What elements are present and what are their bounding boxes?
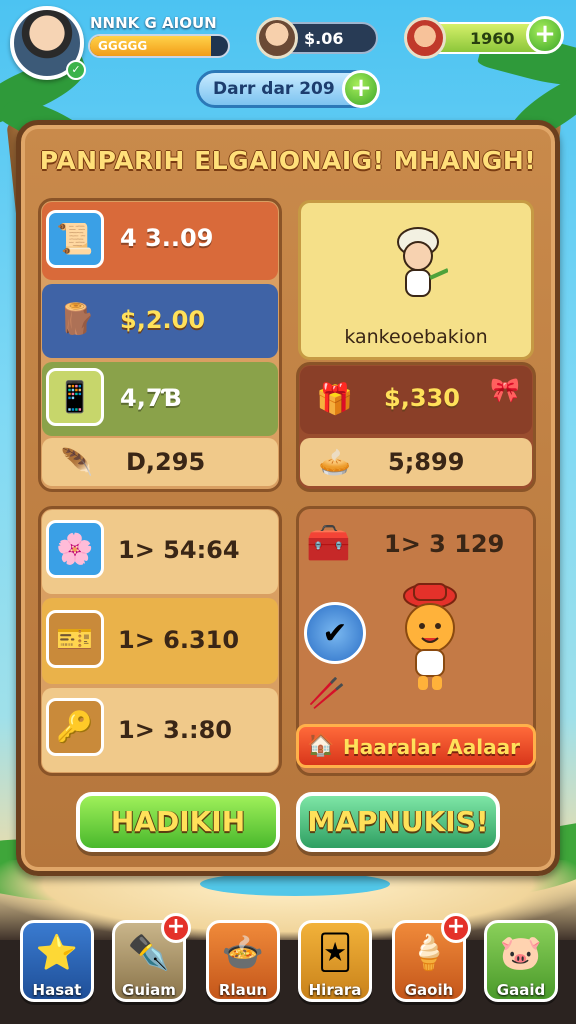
- nav-item-label: Guiam: [122, 981, 176, 999]
- chest-icon: 🧰: [306, 523, 351, 564]
- key-icon: 🔑: [46, 698, 104, 756]
- npc-face-icon: [404, 17, 446, 59]
- item-value: $,330: [384, 384, 460, 412]
- orange-action-button[interactable]: 🏠 Haaralar Aalaar: [296, 724, 536, 768]
- list-item[interactable]: 🎁 $,330 🎀: [300, 366, 532, 434]
- log-icon: 🪵: [58, 301, 96, 337]
- list-item[interactable]: 🌸 1> 54:64: [42, 510, 278, 594]
- resource-2-value: 1960: [470, 29, 515, 48]
- nav-item-rlaun[interactable]: 🍲 Rlaun: [206, 920, 280, 1002]
- gift-box-icon: 🎁: [316, 381, 354, 417]
- date-label: Darr dar 209: [213, 79, 335, 99]
- nav-item-label: Gaaid: [496, 981, 546, 999]
- nav-item-label: Hasat: [32, 981, 82, 999]
- item-value: 5;899: [388, 448, 465, 476]
- player-name: NNNK G AIOUN: [90, 14, 217, 32]
- xp-text: GGGGG: [98, 39, 148, 53]
- nav-item-hasat[interactable]: ⭐ Hasat: [20, 920, 94, 1002]
- scroll-icon: 📜: [46, 210, 104, 268]
- nav-item-label: Rlaun: [218, 981, 268, 999]
- nav-item-label: Gaoih: [404, 981, 454, 999]
- xp-bar: GGGGG: [88, 34, 230, 58]
- list-item[interactable]: 🥧 5;899: [300, 438, 532, 486]
- list-item[interactable]: 🔑 1> 3.:80: [42, 688, 278, 772]
- board-title: PANPARIH ELGAIONAIG! MHANGH!: [39, 146, 537, 175]
- item-value: 1> 3.:80: [118, 716, 232, 744]
- item-value: 1> 54:64: [118, 536, 240, 564]
- nav-item-gaoih[interactable]: 🍦 Gaoih +: [392, 913, 471, 1002]
- star-icon: ⭐: [35, 933, 79, 973]
- pig-icon: 🐷: [499, 933, 543, 973]
- right-panel-value: 1> 3 129: [384, 530, 505, 558]
- nav-item-label: Hirara: [308, 981, 362, 999]
- list-item[interactable]: 📱 4,7Ɓ: [42, 362, 278, 436]
- orange-action-label: Haaralar Aalaar: [343, 735, 520, 759]
- item-value: 4 3..09: [120, 224, 214, 252]
- add-resource-button[interactable]: +: [526, 16, 564, 54]
- character-icon: [397, 227, 448, 297]
- notification-badge: +: [161, 913, 191, 943]
- primary-right-button[interactable]: MAPNUKIS!: [296, 792, 500, 852]
- mascot-icon: [403, 583, 457, 690]
- flower-icon: 🌸: [46, 520, 104, 578]
- online-status-icon: ✓: [66, 60, 86, 80]
- list-item[interactable]: 🪶 D,295: [42, 438, 278, 486]
- nav-item-gaaid[interactable]: 🐷 Gaaid: [484, 920, 558, 1002]
- npc-face-icon: [256, 17, 298, 59]
- sticks-icon: 🥢: [308, 676, 346, 711]
- item-value: 4,7Ɓ: [120, 384, 182, 412]
- badge-icon[interactable]: ✔: [304, 602, 366, 664]
- phone-icon: 📱: [46, 368, 104, 426]
- add-date-button[interactable]: +: [342, 70, 380, 108]
- resource-1-value: $.06: [304, 29, 344, 48]
- feather-icon: 🪶: [60, 448, 94, 478]
- nav-item-guiam[interactable]: ✒️ Guiam +: [112, 913, 191, 1002]
- bowl-icon: 🍲: [221, 933, 265, 973]
- item-value: $,2.00: [120, 306, 206, 334]
- notification-badge: +: [441, 913, 471, 943]
- resource-1-counter: $.06: [256, 17, 378, 59]
- character-name: kankeoebakion: [344, 326, 488, 348]
- card-icon: 🃏: [317, 933, 353, 973]
- ticket-icon: 🎫: [46, 610, 104, 668]
- nav-item-hirara[interactable]: 🃏 Hirara: [298, 920, 372, 1002]
- list-item[interactable]: 🎫 1> 6.310: [42, 598, 278, 684]
- item-value: 1> 6.310: [118, 626, 240, 654]
- house-icon: 🏠: [307, 733, 335, 758]
- item-value: D,295: [126, 448, 206, 476]
- small-gift-icon: 🎀: [490, 376, 520, 404]
- primary-left-button[interactable]: HADIKIH: [76, 792, 280, 852]
- pie-icon: 🥧: [318, 448, 352, 478]
- list-item[interactable]: 🪵 $,2.00: [42, 284, 278, 358]
- list-item[interactable]: 📜 4 3..09: [42, 202, 278, 280]
